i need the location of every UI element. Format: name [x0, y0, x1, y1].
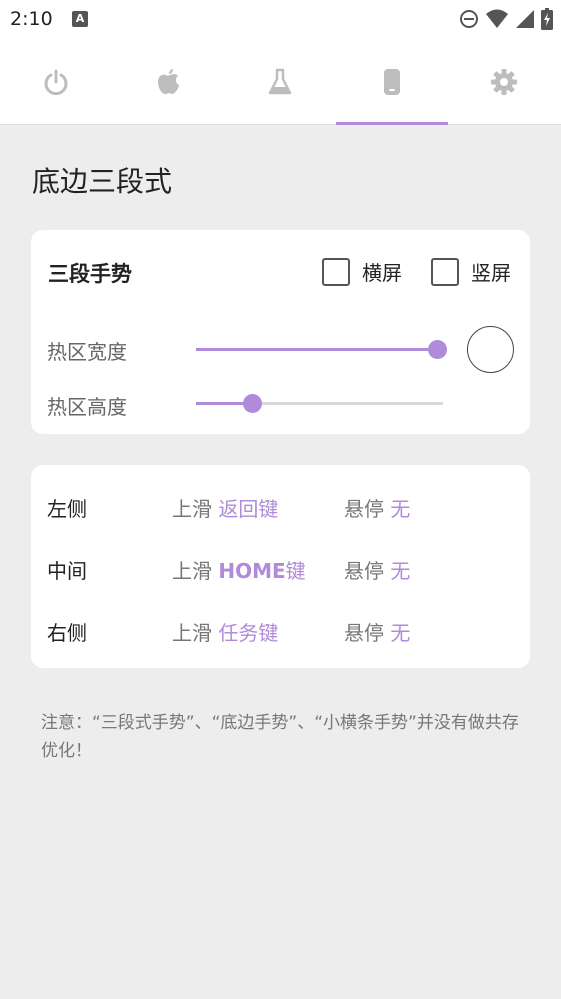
cell-signal-icon — [516, 10, 534, 28]
hover-action[interactable]: 悬停 无 — [344, 555, 410, 584]
tab-power[interactable] — [0, 38, 112, 125]
hotzone-width-thumb[interactable] — [428, 340, 447, 359]
flask-icon — [268, 68, 292, 94]
status-time: 2:10 — [10, 8, 53, 30]
landscape-checkbox[interactable]: 横屏 — [322, 257, 402, 286]
swipe-label: 上滑 — [172, 621, 212, 645]
swipe-up-action[interactable]: 上滑 任务键 — [172, 617, 278, 646]
swipe-up-action[interactable]: 上滑 返回键 — [172, 493, 278, 522]
action-row-right: 右侧 上滑 任务键 悬停 无 — [31, 609, 530, 649]
tab-apple[interactable] — [112, 38, 224, 125]
gesture-card-title: 三段手势 — [48, 262, 132, 286]
status-bar: 2:10 A — [0, 0, 561, 38]
portrait-checkbox-box[interactable] — [431, 257, 459, 286]
apple-icon — [158, 68, 179, 94]
hover-value: 无 — [390, 559, 411, 583]
swipe-label: 上滑 — [172, 559, 212, 583]
gear-icon — [491, 68, 517, 95]
side-label: 右侧 — [47, 621, 87, 645]
dnd-icon — [460, 10, 478, 28]
hotzone-height-slider[interactable] — [196, 394, 443, 413]
hotzone-height-thumb[interactable] — [242, 394, 262, 413]
swipe-label: 上滑 — [172, 497, 212, 521]
landscape-label: 横屏 — [362, 261, 402, 285]
compatibility-note: 注意：“三段式手势”、“底边手势”、“小横条手势”并没有做共存优化！ — [41, 713, 519, 761]
hotzone-width-fill — [196, 348, 443, 351]
notification-a-icon: A — [72, 11, 88, 27]
color-picker-circle[interactable] — [467, 326, 514, 373]
gesture-settings-card: 三段手势 横屏 竖屏 热区宽度 热区高度 — [31, 230, 530, 434]
hover-action[interactable]: 悬停 无 — [344, 493, 410, 522]
power-icon — [44, 69, 68, 95]
hotzone-height-label: 热区高度 — [47, 395, 127, 419]
action-row-middle: 中间 上滑 HOME键 悬停 无 — [31, 547, 530, 587]
swipe-value-bold: HOME — [218, 559, 286, 583]
portrait-checkbox[interactable]: 竖屏 — [431, 257, 511, 286]
landscape-checkbox-box[interactable] — [322, 257, 350, 286]
portrait-label: 竖屏 — [471, 261, 511, 285]
hotzone-width-slider[interactable] — [196, 340, 447, 359]
swipe-value: 任务键 — [218, 621, 279, 645]
tab-settings[interactable] — [448, 38, 560, 125]
page-title: 底边三段式 — [32, 165, 173, 198]
phone-icon — [384, 68, 400, 95]
hover-value: 无 — [390, 497, 411, 521]
action-row-left: 左侧 上滑 返回键 悬停 无 — [31, 485, 530, 525]
swipe-value: 键 — [285, 559, 306, 583]
swipe-value: 返回键 — [218, 497, 279, 521]
battery-icon — [541, 8, 553, 30]
tab-bar — [0, 38, 561, 125]
tab-lab[interactable] — [224, 38, 336, 125]
tab-phone[interactable] — [336, 38, 448, 125]
hover-label: 悬停 — [344, 621, 384, 645]
wifi-icon — [486, 9, 508, 28]
side-label: 中间 — [47, 559, 87, 583]
hover-label: 悬停 — [344, 559, 384, 583]
gesture-actions-card: 左侧 上滑 返回键 悬停 无 中间 上滑 HOME键 悬停 无 右侧 上滑 任务… — [31, 465, 530, 668]
hover-value: 无 — [390, 621, 411, 645]
side-label: 左侧 — [47, 497, 87, 521]
status-icons — [459, 8, 553, 30]
hover-label: 悬停 — [344, 497, 384, 521]
hotzone-width-label: 热区宽度 — [47, 340, 127, 364]
hover-action[interactable]: 悬停 无 — [344, 617, 410, 646]
swipe-up-action[interactable]: 上滑 HOME键 — [172, 555, 306, 584]
